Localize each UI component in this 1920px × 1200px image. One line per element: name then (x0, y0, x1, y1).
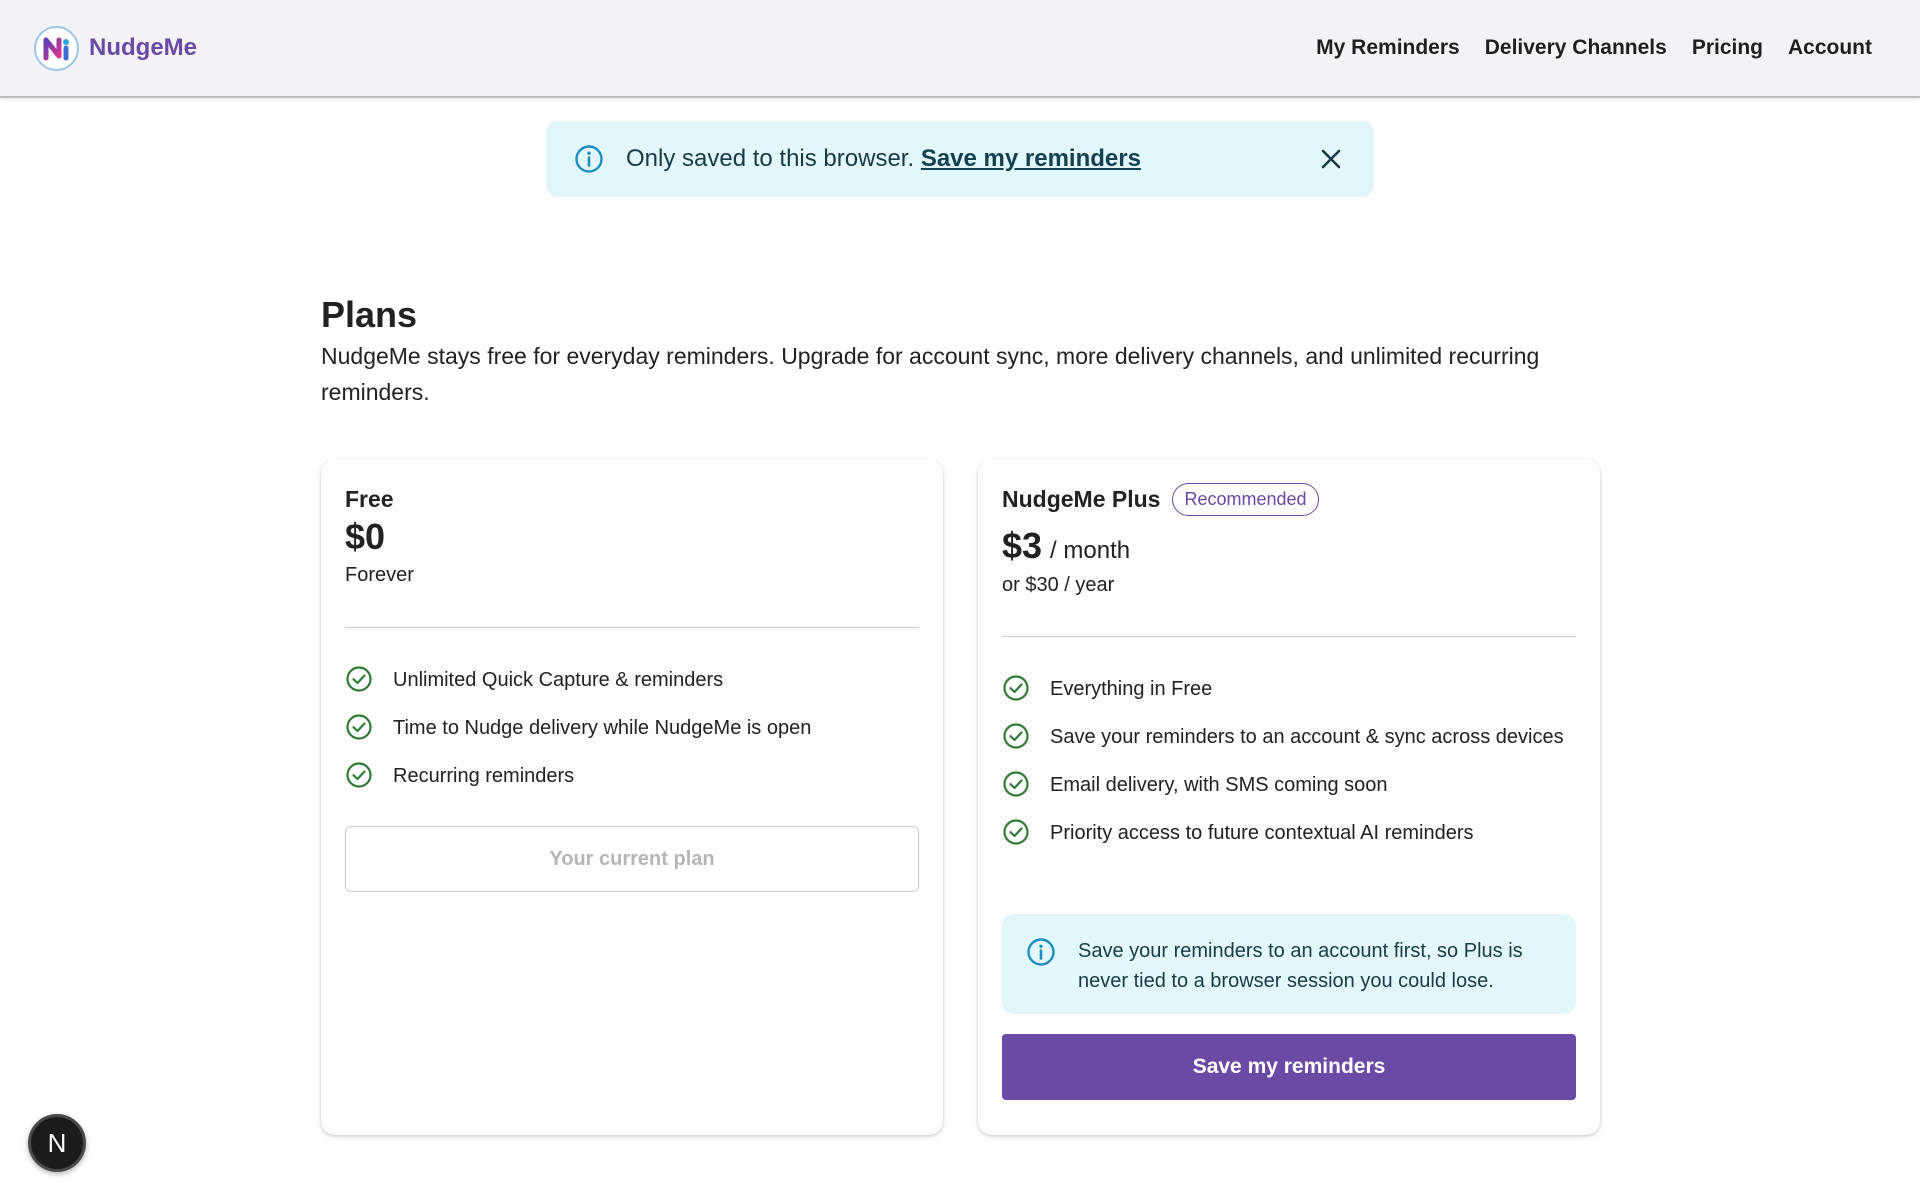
feature-item: Everything in Free (1002, 674, 1576, 704)
check-circle-icon (1003, 675, 1029, 701)
nudgeme-logo-icon (34, 25, 79, 71)
check-circle-icon (346, 762, 372, 788)
feature-item: Priority access to future contextual AI … (1002, 818, 1576, 848)
banner-message: Only saved to this browser. Save my remi… (626, 145, 1316, 173)
feature-text: Everything in Free (1050, 678, 1213, 700)
check-circle-icon (1003, 771, 1029, 797)
feature-item: Time to Nudge delivery while NudgeMe is … (345, 713, 919, 743)
close-icon[interactable] (1316, 144, 1346, 174)
feature-text: Recurring reminders (393, 765, 575, 787)
feature-item: Save your reminders to an account & sync… (1002, 722, 1576, 752)
nextjs-dev-tools-button[interactable]: N (28, 1114, 86, 1172)
banner-text: Only saved to this browser. (626, 145, 915, 172)
nav-account[interactable]: Account (1788, 36, 1872, 60)
feature-item: Email delivery, with SMS coming soon (1002, 770, 1576, 800)
brand-name: NudgeMe (89, 34, 197, 61)
browser-storage-banner: Only saved to this browser. Save my remi… (546, 121, 1374, 197)
main-nav: My Reminders Delivery Channels Pricing A… (1316, 36, 1872, 60)
page-title: Plans (321, 294, 418, 335)
check-circle-icon (346, 714, 372, 740)
current-plan-button: Your current plan (345, 826, 919, 892)
feature-text: Priority access to future contextual AI … (1050, 822, 1474, 844)
plan-header: NudgeMe Plus Recommended (1002, 483, 1319, 516)
feature-item: Recurring reminders (345, 761, 919, 791)
feature-text: Unlimited Quick Capture & reminders (393, 669, 724, 691)
plan-price-note: or $30 / year (1002, 574, 1115, 596)
nav-pricing[interactable]: Pricing (1692, 36, 1763, 60)
top-header: NudgeMe My Reminders Delivery Channels P… (0, 0, 1920, 98)
check-circle-icon (346, 666, 372, 692)
info-icon (574, 144, 604, 174)
info-icon (1026, 937, 1056, 967)
feature-list: Everything in Free Save your reminders t… (1002, 674, 1576, 866)
plan-name: NudgeMe Plus (1002, 486, 1161, 512)
banner-save-link[interactable]: Save my reminders (921, 145, 1141, 172)
plan-price-period: / month (1050, 537, 1131, 564)
plan-price: $0 (345, 516, 386, 557)
notice-text: Save your reminders to an account first,… (1078, 940, 1523, 992)
nav-delivery-channels[interactable]: Delivery Channels (1485, 36, 1667, 60)
feature-text: Email delivery, with SMS coming soon (1050, 774, 1388, 796)
plan-price-row: $3 / month (1002, 525, 1130, 567)
divider (1002, 636, 1576, 637)
feature-text: Save your reminders to an account & sync… (1050, 726, 1564, 748)
plan-name: Free (345, 486, 394, 512)
feature-item: Unlimited Quick Capture & reminders (345, 665, 919, 695)
brand[interactable]: NudgeMe (34, 25, 197, 71)
plus-plan-card: NudgeMe Plus Recommended $3 / month or $… (978, 459, 1600, 1135)
plans-description: NudgeMe stays free for everyday reminder… (321, 343, 1540, 405)
save-my-reminders-button[interactable]: Save my reminders (1002, 1034, 1576, 1100)
feature-text: Time to Nudge delivery while NudgeMe is … (393, 717, 812, 739)
plan-price: $3 (1002, 525, 1043, 566)
check-circle-icon (1003, 723, 1029, 749)
plus-notice: Save your reminders to an account first,… (1002, 914, 1576, 1014)
divider (345, 627, 919, 628)
plan-price-note: Forever (345, 564, 414, 586)
feature-list: Unlimited Quick Capture & reminders Time… (345, 665, 919, 809)
recommended-badge: Recommended (1172, 483, 1319, 516)
nav-my-reminders[interactable]: My Reminders (1316, 36, 1460, 60)
check-circle-icon (1003, 819, 1029, 845)
free-plan-card: Free $0 Forever Unlimited Quick Capture … (321, 459, 943, 1135)
